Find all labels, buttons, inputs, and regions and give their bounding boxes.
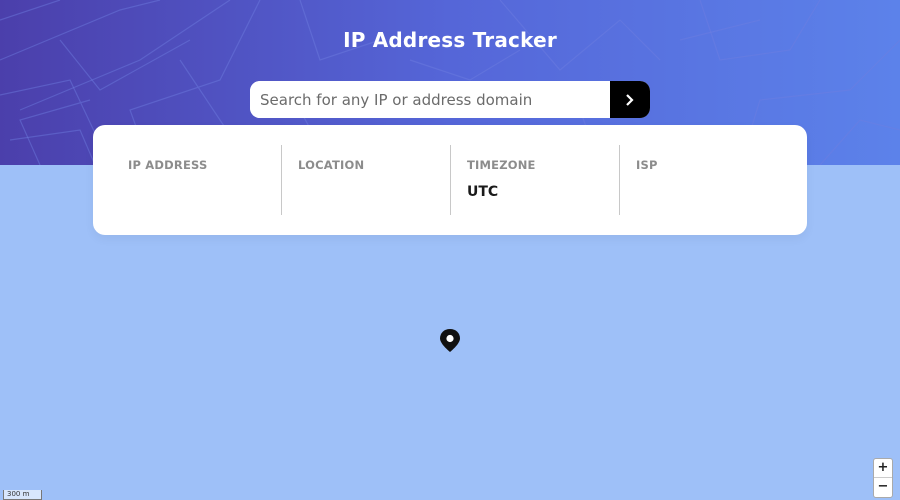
info-isp: ISP: [619, 145, 788, 215]
page-title: IP Address Tracker: [343, 28, 557, 52]
info-label: IP ADDRESS: [128, 158, 208, 172]
info-ip-address: IP ADDRESS: [93, 145, 281, 215]
map-zoom-controls: + −: [873, 458, 893, 498]
info-value: [298, 184, 450, 200]
info-location: LOCATION: [281, 145, 450, 215]
ip-info-card: IP ADDRESS LOCATION TIMEZONE UTC ISP: [93, 125, 807, 235]
search-submit-button[interactable]: [610, 81, 650, 118]
info-value: UTC: [467, 184, 499, 200]
info-value: [128, 184, 281, 200]
info-timezone: TIMEZONE UTC: [450, 145, 619, 215]
zoom-in-button[interactable]: +: [874, 459, 892, 478]
info-value: [636, 184, 788, 200]
info-label: LOCATION: [298, 158, 365, 172]
info-label: ISP: [636, 158, 658, 172]
map-scale: 300 m: [3, 490, 42, 500]
location-pin-icon[interactable]: [439, 328, 461, 353]
zoom-out-button[interactable]: −: [874, 478, 892, 497]
info-label: TIMEZONE: [467, 158, 536, 172]
search-input[interactable]: [250, 81, 610, 118]
search-bar: [250, 81, 650, 118]
chevron-right-icon: [626, 93, 634, 106]
